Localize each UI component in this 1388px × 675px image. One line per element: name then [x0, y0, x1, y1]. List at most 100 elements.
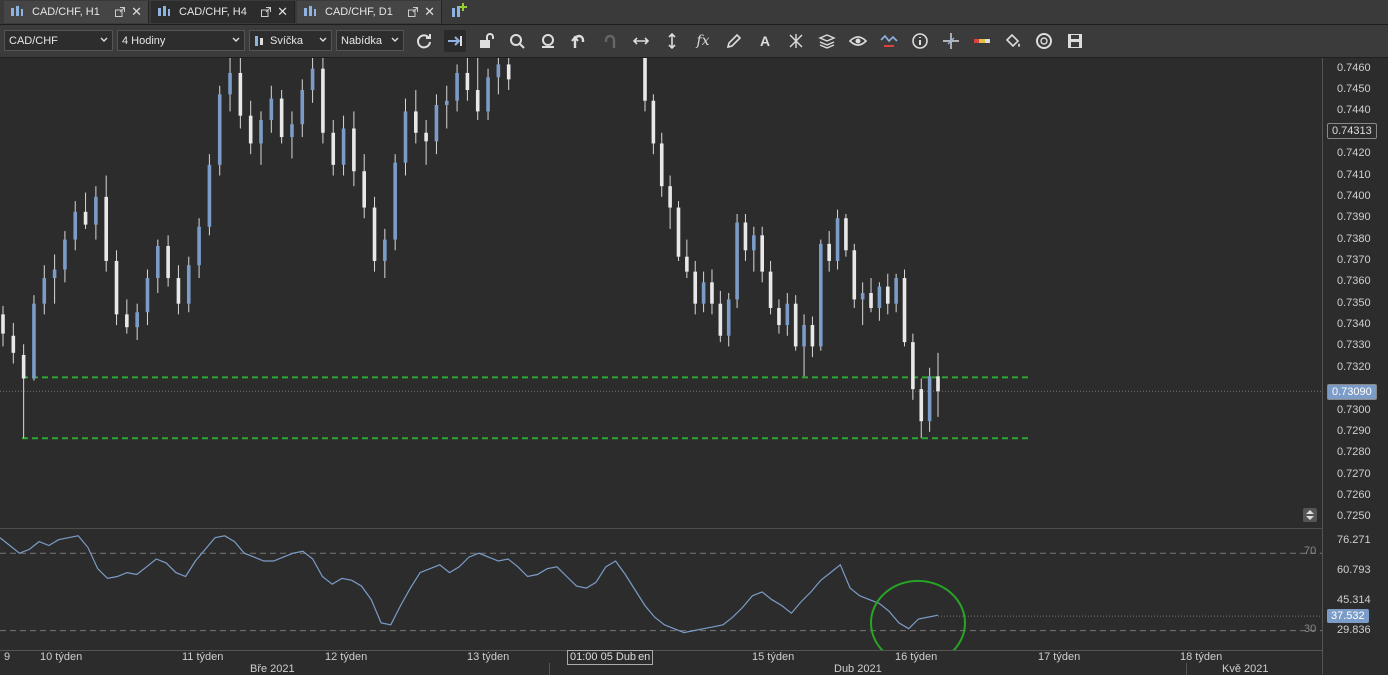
tab-cadchf-d1[interactable]: CAD/CHF, D1 ✕ — [297, 1, 442, 23]
tab-cadchf-h1[interactable]: CAD/CHF, H1 ✕ — [4, 1, 149, 23]
candle-body — [760, 235, 764, 272]
rsi-level-label: 30 — [1304, 622, 1317, 635]
month-divider — [549, 663, 550, 675]
instrument-select[interactable]: CAD/CHF — [4, 30, 113, 51]
candle-body — [743, 222, 748, 251]
drawing-button[interactable] — [723, 30, 745, 52]
crosshair-time-suffix: en — [638, 651, 651, 663]
unlock-button[interactable] — [475, 30, 497, 52]
price-axis-label: 0.7320 — [1337, 360, 1371, 373]
crosshair-button[interactable] — [940, 30, 962, 52]
candle-body — [752, 235, 756, 251]
candle-body — [475, 90, 480, 112]
tab-bar: CAD/CHF, H1 ✕ CAD/CHF, H4 ✕ CAD/CHF, D1 … — [0, 0, 1388, 25]
horizontal-fit-button[interactable] — [630, 30, 652, 52]
time-label-week: 11 týden — [182, 651, 224, 663]
candle-body — [279, 98, 284, 138]
rsi-line — [0, 535, 939, 634]
price-chart[interactable] — [0, 58, 1322, 528]
price-axis-label: 0.7270 — [1337, 467, 1371, 480]
candle-body — [114, 260, 119, 315]
price-axis-label: 0.7360 — [1337, 275, 1371, 288]
eye-icon — [849, 36, 867, 46]
theme-button[interactable] — [1002, 30, 1024, 52]
pattern-button[interactable] — [785, 30, 807, 52]
candle-body — [701, 282, 706, 304]
shift-chart-button[interactable] — [444, 30, 466, 52]
time-axis: 9 10 týden 11 týden 12 týden 13 týden 15… — [0, 650, 1322, 675]
candle-body — [651, 100, 656, 144]
candle-body — [414, 111, 418, 133]
visibility-button[interactable] — [847, 30, 869, 52]
chevron-down-icon — [100, 37, 108, 42]
candle-body — [228, 72, 232, 95]
indicators-button[interactable]: fx — [692, 30, 714, 52]
time-label-week: 15 týden — [752, 651, 795, 663]
price-axis-label: 0.7420 — [1337, 147, 1371, 160]
candle-body — [455, 72, 459, 101]
popout-icon[interactable] — [261, 7, 272, 17]
time-label-month: Kvě 2021 — [1222, 663, 1269, 675]
candle-body — [735, 222, 739, 300]
vertical-arrows-icon — [668, 32, 676, 50]
chart-toolbar: CAD/CHF 4 Hodiny Svíčka Nabídka fx A — [0, 25, 1388, 58]
alerts-button[interactable] — [878, 30, 900, 52]
popout-icon[interactable] — [115, 7, 126, 17]
price-axis-label: 0.7260 — [1337, 488, 1371, 501]
candle-body — [768, 271, 773, 308]
layers-button[interactable] — [816, 30, 838, 52]
chevron-down-icon — [391, 37, 399, 42]
close-icon[interactable]: ✕ — [277, 4, 288, 20]
candle-body — [352, 128, 356, 172]
pane-separator — [0, 528, 1388, 529]
fx-icon: fx — [696, 33, 710, 49]
popout-icon[interactable] — [408, 7, 419, 17]
price-axis[interactable]: 0.7460 0.7450 0.7440 0.7420 0.7410 0.7400 0.73… — [1303, 58, 1388, 674]
paint-bucket-icon — [1005, 33, 1020, 48]
candle-body — [32, 303, 36, 379]
candle-body — [793, 303, 798, 347]
period-select[interactable]: 4 Hodiny — [117, 30, 245, 51]
candlestick-icon — [255, 35, 263, 46]
close-icon[interactable]: ✕ — [131, 4, 142, 20]
chevron-down-icon — [319, 37, 327, 42]
ruler-button[interactable] — [971, 30, 993, 52]
rsi-indicator-chart[interactable] — [0, 530, 1322, 650]
lifebuoy-icon — [1036, 33, 1052, 49]
tab-label: CAD/CHF, H4 — [179, 6, 247, 18]
scale-toggle-button[interactable] — [1303, 508, 1317, 522]
offer-side-select[interactable]: Nabídka — [336, 30, 404, 51]
undo-button[interactable] — [568, 30, 590, 52]
zoom-in-button[interactable] — [506, 30, 528, 52]
refresh-button[interactable] — [413, 30, 435, 52]
time-label-week: 10 týden — [40, 651, 83, 663]
price-axis-label: 0.7410 — [1337, 168, 1371, 181]
candle-body — [290, 124, 294, 138]
candle-body — [52, 269, 57, 279]
candlestick-icon — [11, 6, 23, 16]
text-tool-button[interactable]: A — [754, 30, 776, 52]
month-divider — [1186, 663, 1187, 675]
chart-type-select[interactable]: Svíčka — [249, 30, 332, 51]
candle-body — [726, 299, 731, 336]
candle-body — [827, 243, 831, 261]
tab-cadchf-h4[interactable]: CAD/CHF, H4 ✕ — [151, 1, 295, 23]
candle-body — [835, 218, 840, 261]
vertical-fit-button[interactable] — [661, 30, 683, 52]
redo-button[interactable] — [599, 30, 621, 52]
refresh-icon — [417, 34, 431, 49]
close-icon[interactable]: ✕ — [424, 4, 435, 20]
shift-right-icon — [448, 36, 462, 46]
add-chart-icon[interactable] — [450, 2, 468, 20]
sync-button[interactable] — [1033, 30, 1055, 52]
candle-body — [145, 278, 150, 313]
ruler-icon — [974, 39, 990, 43]
candle-body — [936, 376, 940, 392]
zoom-out-button[interactable] — [537, 30, 559, 52]
candle-body — [844, 218, 848, 251]
candle-body — [877, 286, 882, 308]
info-button[interactable] — [909, 30, 931, 52]
save-button[interactable] — [1064, 30, 1086, 52]
candle-body — [911, 342, 915, 390]
updown-icon — [1306, 510, 1314, 520]
